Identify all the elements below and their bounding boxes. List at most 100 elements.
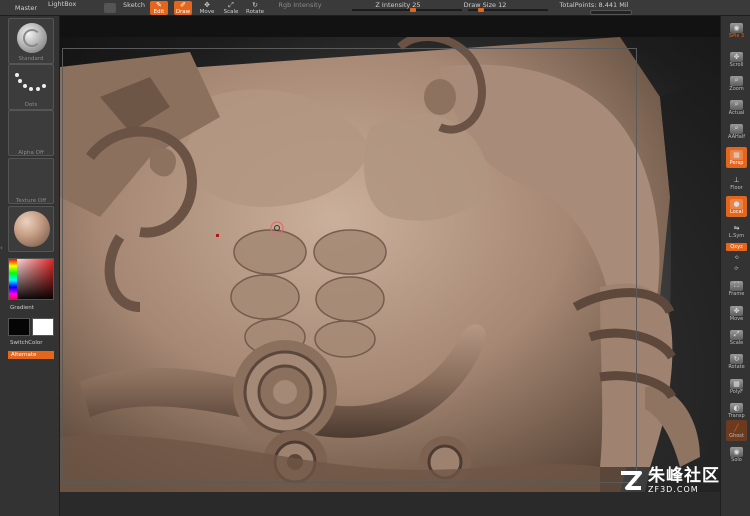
local-icon: ● xyxy=(730,198,743,209)
draw-size-label: Draw Size xyxy=(463,1,497,9)
canvas-top-strip xyxy=(60,16,720,37)
z-intensity-label: Z Intensity xyxy=(375,1,411,9)
z-intensity-readout: Z Intensity 25 xyxy=(370,0,426,13)
move-view-icon: ✥ xyxy=(730,305,743,316)
solo-button[interactable]: ◉ Solo xyxy=(726,444,747,465)
floor-icon: ⊥ xyxy=(733,175,740,184)
move-button[interactable]: ✥ Move xyxy=(198,1,216,16)
rgb-intensity-slider[interactable]: Rgb Intensity xyxy=(270,0,330,13)
top-toolbar: Master LightBox Sketch ✎ Edit ✐ Draw ✥ M… xyxy=(0,0,750,16)
bottom-strip xyxy=(60,492,720,516)
sculpt-model-render[interactable] xyxy=(60,37,720,492)
rotate-axis-2-icon[interactable]: ⟳ xyxy=(726,265,747,273)
ornament-eye xyxy=(424,79,456,115)
persp-label: Persp xyxy=(729,159,744,166)
persp-button[interactable]: ▦ Persp xyxy=(726,147,747,168)
rgb-intensity-label: Rgb Intensity xyxy=(278,1,322,9)
aahalf-label: AAHalf xyxy=(728,133,745,140)
watermark: 朱峰社区 ZF3D.COM xyxy=(618,466,720,494)
transp-button[interactable]: ◐ Transp xyxy=(726,400,747,421)
transp-label: Transp xyxy=(728,412,745,419)
spix-button[interactable]: ◉ SPix 3 xyxy=(726,20,747,41)
move-icon: ✥ xyxy=(204,1,210,9)
actual-button[interactable]: ⌕ Actual xyxy=(726,97,747,118)
master-button[interactable]: Master xyxy=(12,0,40,16)
actual-icon: ⌕ xyxy=(730,99,743,110)
aahalf-icon: ⌕ xyxy=(730,123,743,134)
primary-color-swatch[interactable] xyxy=(8,318,30,336)
move-view-button[interactable]: ✥ Move xyxy=(726,303,747,324)
draw-icon: ✐ xyxy=(180,1,186,9)
zoom-icon: ⌕ xyxy=(730,75,743,86)
scroll-label: Scroll xyxy=(729,61,744,68)
watermark-cn-text: 朱峰社区 xyxy=(648,466,720,486)
color-picker[interactable] xyxy=(8,258,54,300)
secondary-color-swatch[interactable] xyxy=(32,318,54,336)
total-points-label: TotalPoints: xyxy=(559,1,597,9)
lsym-button[interactable]: ⇋ L.Sym xyxy=(726,220,747,241)
rotate-view-button[interactable]: ↻ Rotate xyxy=(726,351,747,372)
local-button[interactable]: ● Local xyxy=(726,196,747,217)
draw-size-value: 12 xyxy=(498,1,507,9)
xyz-button[interactable]: Qxyz xyxy=(726,243,747,251)
stroke-label: Dots xyxy=(24,102,38,108)
material-thumbnail[interactable] xyxy=(8,206,54,252)
scale-label: Scale xyxy=(223,9,239,15)
draw-label: Draw xyxy=(175,9,191,15)
polyf-icon: ▦ xyxy=(730,378,743,389)
rotate-label: Rotate xyxy=(246,9,265,15)
switchcolor-label[interactable]: SwitchColor xyxy=(10,340,43,346)
left-shelf: Standard Dots Alpha Off Texture Off Grad… xyxy=(0,16,60,516)
local-label: Local xyxy=(730,208,743,215)
gradient-label[interactable]: Gradient xyxy=(10,305,34,311)
xyz-label: Qxyz xyxy=(730,244,743,250)
material-sphere-icon xyxy=(14,211,50,247)
scale-view-button[interactable]: ⤢ Scale xyxy=(726,327,747,348)
transp-icon: ◐ xyxy=(730,402,743,413)
hue-strip[interactable] xyxy=(9,259,17,299)
polyf-button[interactable]: ▦ PolyF xyxy=(726,376,747,397)
scale-view-label: Scale xyxy=(729,339,744,346)
sketch-button[interactable]: Sketch xyxy=(120,0,148,13)
scale-button[interactable]: ⤢ Scale xyxy=(222,1,240,16)
floor-label: Floor xyxy=(730,184,743,191)
solo-label: Solo xyxy=(731,456,742,463)
status-mini-bar xyxy=(590,10,632,15)
sculpt-viewport[interactable] xyxy=(60,37,720,492)
alpha-label: Alpha Off xyxy=(18,150,44,156)
solo-icon: ◉ xyxy=(730,446,743,457)
watermark-url-text: ZF3D.COM xyxy=(648,484,699,494)
scale-view-icon: ⤢ xyxy=(730,329,743,340)
stroke-point-marker xyxy=(216,234,219,237)
zoom-button[interactable]: ⌕ Zoom xyxy=(726,73,747,94)
sketch-label: Sketch xyxy=(123,1,145,9)
frame-button[interactable]: ⛶ Frame xyxy=(726,278,747,299)
frame-label: Frame xyxy=(728,290,745,297)
alternate-button[interactable]: Alternate xyxy=(8,351,54,359)
collapse-arrow-icon[interactable]: ‹ xyxy=(0,244,5,254)
edit-button[interactable]: ✎ Edit xyxy=(150,1,168,15)
lightbox-label: LightBox xyxy=(48,0,77,8)
rotate-view-label: Rotate xyxy=(728,363,745,370)
total-points-value: 8.441 Mil xyxy=(598,1,629,9)
ghost-icon: ╱ xyxy=(734,423,739,432)
edit-label: Edit xyxy=(153,9,165,15)
belt-buckle xyxy=(233,340,337,444)
draw-button[interactable]: ✐ Draw xyxy=(174,1,192,15)
scroll-button[interactable]: ✥ Scroll xyxy=(726,49,747,70)
floor-button[interactable]: ⊥ Floor xyxy=(726,172,747,193)
sketch-toggle-icon[interactable] xyxy=(102,0,118,16)
edit-icon: ✎ xyxy=(156,1,162,9)
rotate-button[interactable]: ↻ Rotate xyxy=(246,1,265,16)
lsym-label: L.Sym xyxy=(728,232,745,239)
brush-label: Standard xyxy=(18,56,44,62)
rotate-icon: ↻ xyxy=(252,1,258,9)
zf3d-logo-icon xyxy=(621,471,642,491)
right-shelf: ◉ SPix 3 ✥ Scroll ⌕ Zoom ⌕ Actual ⌕ AAHa… xyxy=(720,16,750,516)
ghost-button[interactable]: ╱ Ghost xyxy=(726,420,747,441)
lightbox-button[interactable]: LightBox xyxy=(48,0,94,12)
rotate-axis-icon[interactable]: ⟲ xyxy=(726,254,747,262)
zoom-label: Zoom xyxy=(729,85,744,92)
aahalf-button[interactable]: ⌕ AAHalf xyxy=(726,121,747,142)
rotate-view-icon: ↻ xyxy=(730,353,743,364)
